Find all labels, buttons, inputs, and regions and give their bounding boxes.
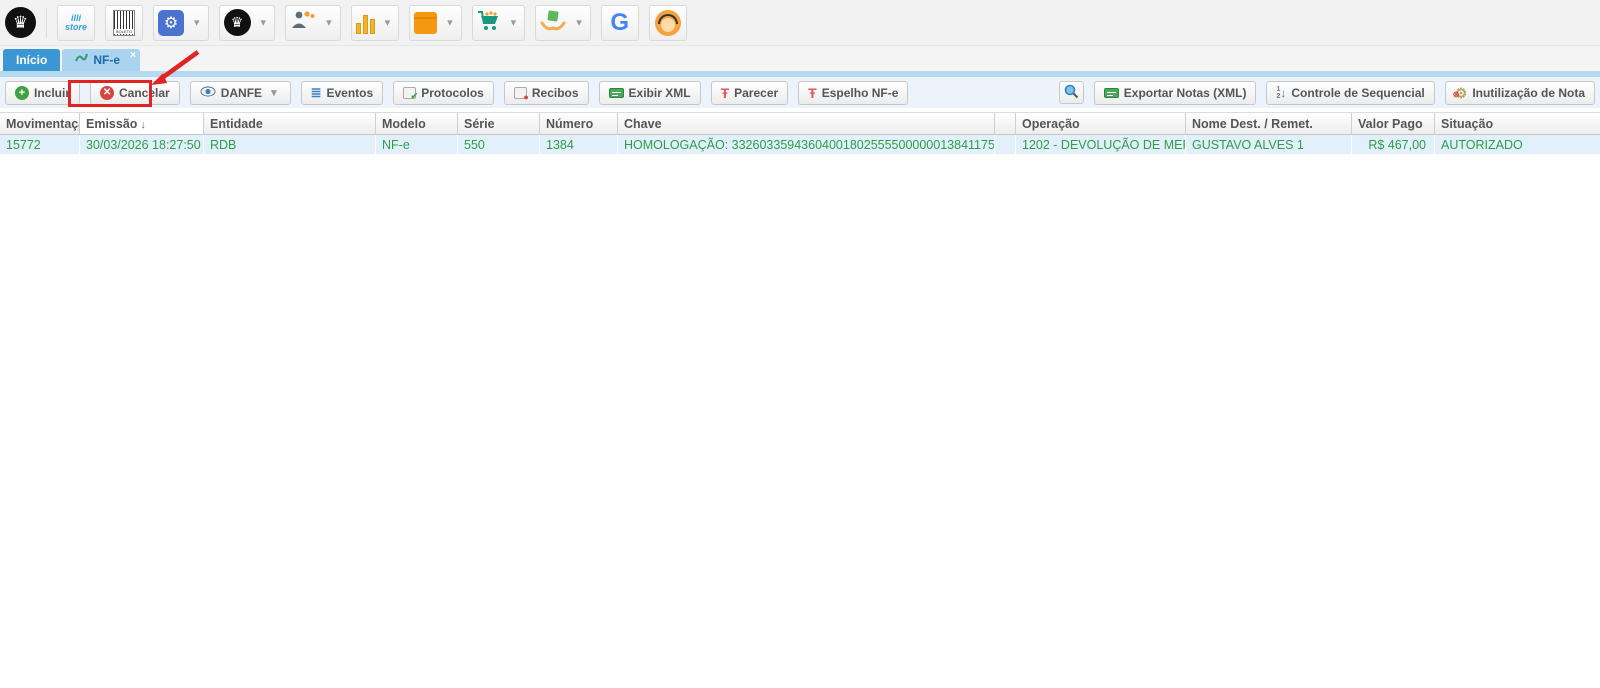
- cell-serie: 550: [458, 135, 540, 154]
- sales-menu-button[interactable]: ▾: [472, 5, 526, 41]
- export-card-icon: [1104, 88, 1119, 98]
- cell-modelo: NF-e: [376, 135, 458, 154]
- espelho-nfe-button[interactable]: Ŧ Espelho NF-e: [798, 81, 908, 105]
- search-button[interactable]: [1059, 81, 1084, 104]
- controle-sequencial-button[interactable]: 12↓ Controle de Sequencial: [1266, 81, 1434, 105]
- cancelar-button[interactable]: ✕ Cancelar: [90, 81, 180, 105]
- main-menu-button[interactable]: ♛ ▾: [219, 5, 276, 41]
- column-header-nome[interactable]: Nome Dest. / Remet.: [1186, 113, 1352, 134]
- cell-situacao: AUTORIZADO: [1435, 135, 1600, 154]
- press-icon: Ŧ: [721, 87, 730, 99]
- column-header-operacao[interactable]: Operação: [1016, 113, 1186, 134]
- tab-inicio[interactable]: Início: [3, 49, 60, 71]
- settings-menu-button[interactable]: ⚙ ▾: [153, 5, 209, 41]
- toolbar-divider: [46, 8, 47, 38]
- sort-desc-icon: ↓: [140, 119, 146, 131]
- incluir-button[interactable]: + Incluir: [5, 81, 80, 105]
- nfe-action-toolbar: + Incluir ✕ Cancelar DANFE ▾ ≣ Eventos ✔…: [0, 77, 1600, 108]
- chevron-down-icon: ▾: [381, 16, 395, 29]
- chevron-down-icon: ▾: [267, 86, 281, 99]
- column-header-numero[interactable]: Número: [540, 113, 618, 134]
- press-icon: Ŧ: [808, 87, 817, 99]
- cell-emissao: 30/03/2026 18:27:50: [80, 135, 204, 154]
- protocolos-button[interactable]: ✔ Protocolos: [393, 81, 494, 105]
- column-header-serie[interactable]: Série: [458, 113, 540, 134]
- tab-bar: Início NF-e ×: [0, 46, 1600, 71]
- plus-icon: +: [15, 86, 29, 100]
- exportar-notas-button[interactable]: Exportar Notas (XML): [1094, 81, 1257, 105]
- support-agent-icon: [655, 10, 681, 36]
- people-icon: [290, 10, 316, 35]
- xml-card-icon: [609, 88, 624, 98]
- column-header-emissao[interactable]: Emissão↓: [80, 113, 204, 134]
- table-row[interactable]: 15772 30/03/2026 18:27:50 RDB NF-e 550 1…: [0, 135, 1600, 154]
- nfe-grid: Movimentação Emissão↓ Entidade Modelo Sé…: [0, 112, 1600, 154]
- crown-icon: ♛: [224, 9, 251, 36]
- chevron-down-icon: ▾: [507, 16, 521, 29]
- shopping-cart-icon: [477, 9, 501, 36]
- people-menu-button[interactable]: ▾: [285, 5, 341, 41]
- danfe-button[interactable]: DANFE ▾: [190, 81, 291, 105]
- reports-menu-button[interactable]: ▾: [351, 5, 400, 41]
- google-button[interactable]: G: [601, 5, 639, 41]
- nfe-tab-icon: [75, 53, 88, 67]
- crown-logo-icon[interactable]: ♛: [5, 7, 36, 38]
- column-header-movimentacao[interactable]: Movimentação: [0, 113, 80, 134]
- support-button[interactable]: [649, 5, 687, 41]
- column-header-situacao[interactable]: Situação: [1435, 113, 1600, 134]
- close-icon[interactable]: ×: [130, 50, 136, 61]
- package-menu-button[interactable]: ▾: [409, 5, 462, 41]
- cell-operacao: 1202 - DEVOLUÇÃO DE MER...: [1016, 135, 1186, 154]
- cell-chave: HOMOLOGAÇÃO: 332603359436040018025555000…: [618, 135, 995, 154]
- column-header-modelo[interactable]: Modelo: [376, 113, 458, 134]
- cell-entidade: RDB: [204, 135, 376, 154]
- list-icon: ≣: [311, 87, 322, 99]
- cancel-icon: ✕: [100, 86, 114, 100]
- hands-box-icon: [540, 9, 566, 36]
- eventos-button[interactable]: ≣ Eventos: [301, 81, 384, 105]
- parecer-button[interactable]: Ŧ Parecer: [711, 81, 789, 105]
- numeric-sort-icon: 12↓: [1276, 86, 1286, 100]
- column-header-entidade[interactable]: Entidade: [204, 113, 376, 134]
- column-header-valor-pago[interactable]: Valor Pago: [1352, 113, 1435, 134]
- tab-nfe-label: NF-e: [93, 53, 120, 67]
- illi-store-icon: illi store: [65, 14, 87, 32]
- bar-chart-icon: [356, 12, 375, 34]
- column-header-empty[interactable]: [995, 113, 1016, 134]
- chevron-down-icon: ▾: [257, 16, 271, 29]
- document-alert-icon: ●: [514, 87, 527, 99]
- package-icon: [414, 12, 437, 34]
- boleto-button[interactable]: BOLETO: [105, 5, 143, 41]
- cell-movimentacao: 15772: [0, 135, 80, 154]
- search-icon: [1064, 84, 1079, 102]
- tab-inicio-label: Início: [16, 53, 47, 67]
- chevron-down-icon: ▾: [190, 16, 204, 29]
- cell-empty: [995, 135, 1016, 154]
- eye-icon: [200, 86, 216, 100]
- tab-nfe[interactable]: NF-e ×: [62, 49, 140, 71]
- chevron-down-icon: ▾: [322, 16, 336, 29]
- tool-cancel-icon: ⚙⊗: [1455, 86, 1468, 100]
- column-header-chave[interactable]: Chave: [618, 113, 995, 134]
- barcode-icon: BOLETO: [113, 10, 135, 36]
- grid-header: Movimentação Emissão↓ Entidade Modelo Sé…: [0, 112, 1600, 135]
- gear-icon: ⚙: [158, 10, 184, 36]
- chevron-down-icon: ▾: [443, 16, 457, 29]
- stock-menu-button[interactable]: ▾: [535, 5, 591, 41]
- app-toolbar: ♛ illi store BOLETO ⚙ ▾ ♛ ▾ ▾ ▾: [0, 0, 1600, 46]
- cell-valor-pago: R$ 467,00: [1352, 135, 1435, 154]
- chevron-down-icon: ▾: [572, 16, 586, 29]
- recibos-button[interactable]: ● Recibos: [504, 81, 589, 105]
- google-icon: G: [610, 9, 629, 37]
- cell-nome: GUSTAVO ALVES 1: [1186, 135, 1352, 154]
- inutilizacao-button[interactable]: ⚙⊗ Inutilização de Nota: [1445, 81, 1595, 105]
- illi-store-button[interactable]: illi store: [57, 5, 95, 41]
- cell-numero: 1384: [540, 135, 618, 154]
- document-check-icon: ✔: [403, 87, 416, 99]
- exibir-xml-button[interactable]: Exibir XML: [599, 81, 701, 105]
